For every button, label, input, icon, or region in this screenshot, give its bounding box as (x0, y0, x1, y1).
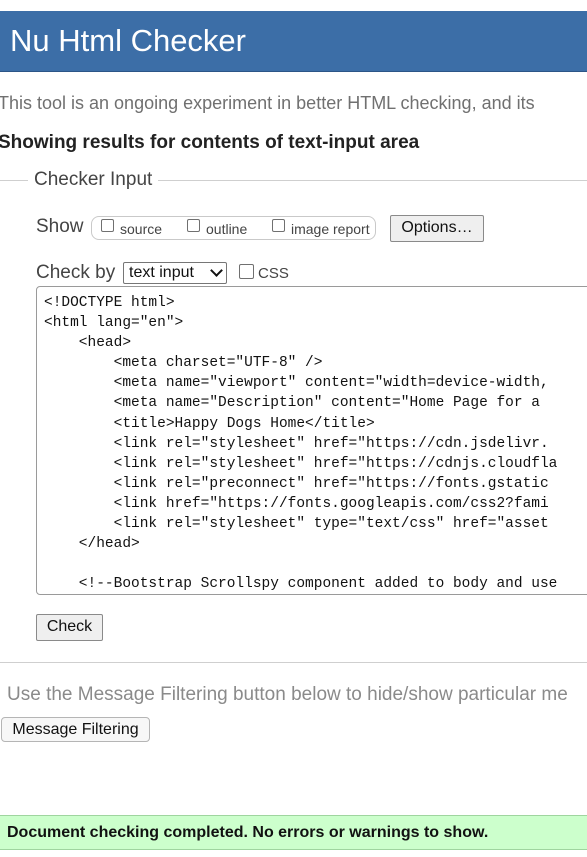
code-line: <link rel="preconnect" href="https://fon… (113, 475, 549, 492)
source-textarea[interactable]: <!DOCTYPE html> <html lang="en"> <head> … (36, 286, 587, 595)
code-line: <meta charset="UTF-8" /> (113, 355, 323, 372)
options-button[interactable]: Options… (390, 215, 484, 242)
code-line: <link rel="stylesheet" href="https://cdn… (113, 455, 558, 472)
css-checkbox-label[interactable]: CSS (258, 265, 289, 282)
app-title[interactable]: Nu Html Checker (10, 23, 246, 59)
code-line: <link rel="stylesheet" type="text/css" h… (113, 516, 549, 533)
code-line: <link href="https://fonts.googleapis.com… (113, 495, 549, 512)
message-filtering-note: Use the Message Filtering button below t… (7, 684, 568, 705)
show-label: Show (36, 216, 84, 237)
status-banner: Document checking completed. No errors o… (0, 815, 587, 850)
intro-text: This tool is an ongoing experiment in be… (0, 93, 535, 113)
check-by-selected-value: text input (129, 264, 194, 281)
code-line: <meta name="viewport" content="width=dev… (113, 375, 549, 392)
code-line: <meta name="Description" content="Home P… (113, 395, 540, 412)
results-heading: Showing results for contents of text-inp… (0, 132, 420, 153)
check-by-label: Check by (36, 262, 116, 283)
code-line: <link rel="stylesheet" href="https://cdn… (113, 435, 549, 452)
status-message: Document checking completed. No errors o… (7, 824, 489, 841)
css-checkbox[interactable] (239, 264, 254, 279)
code-line: </head> (78, 536, 140, 553)
check-button[interactable]: Check (36, 614, 103, 641)
check-by-select[interactable]: text input (123, 262, 227, 284)
message-filtering-button[interactable]: Message Filtering (1, 717, 150, 742)
section-divider (0, 662, 587, 663)
code-line: <!DOCTYPE html> (44, 295, 175, 311)
image-report-checkbox-label[interactable]: image report (291, 221, 370, 237)
code-line: <!--Bootstrap Scrollspy component added … (78, 576, 558, 593)
code-line: <title>Happy Dogs Home</title> (113, 415, 375, 432)
checker-input-legend: Checker Input (28, 169, 159, 191)
source-textarea-content: <!DOCTYPE html> <html lang="en"> <head> … (44, 293, 557, 594)
outline-checkbox-label[interactable]: outline (206, 221, 247, 237)
image-report-checkbox[interactable] (272, 219, 285, 232)
source-checkbox[interactable] (101, 219, 114, 232)
app-header: Nu Html Checker (0, 11, 587, 72)
code-line: <html lang="en"> (44, 315, 184, 332)
code-line: <head> (78, 335, 132, 352)
outline-checkbox[interactable] (187, 219, 200, 232)
chevron-down-icon (210, 264, 223, 277)
source-checkbox-label[interactable]: source (120, 221, 162, 237)
